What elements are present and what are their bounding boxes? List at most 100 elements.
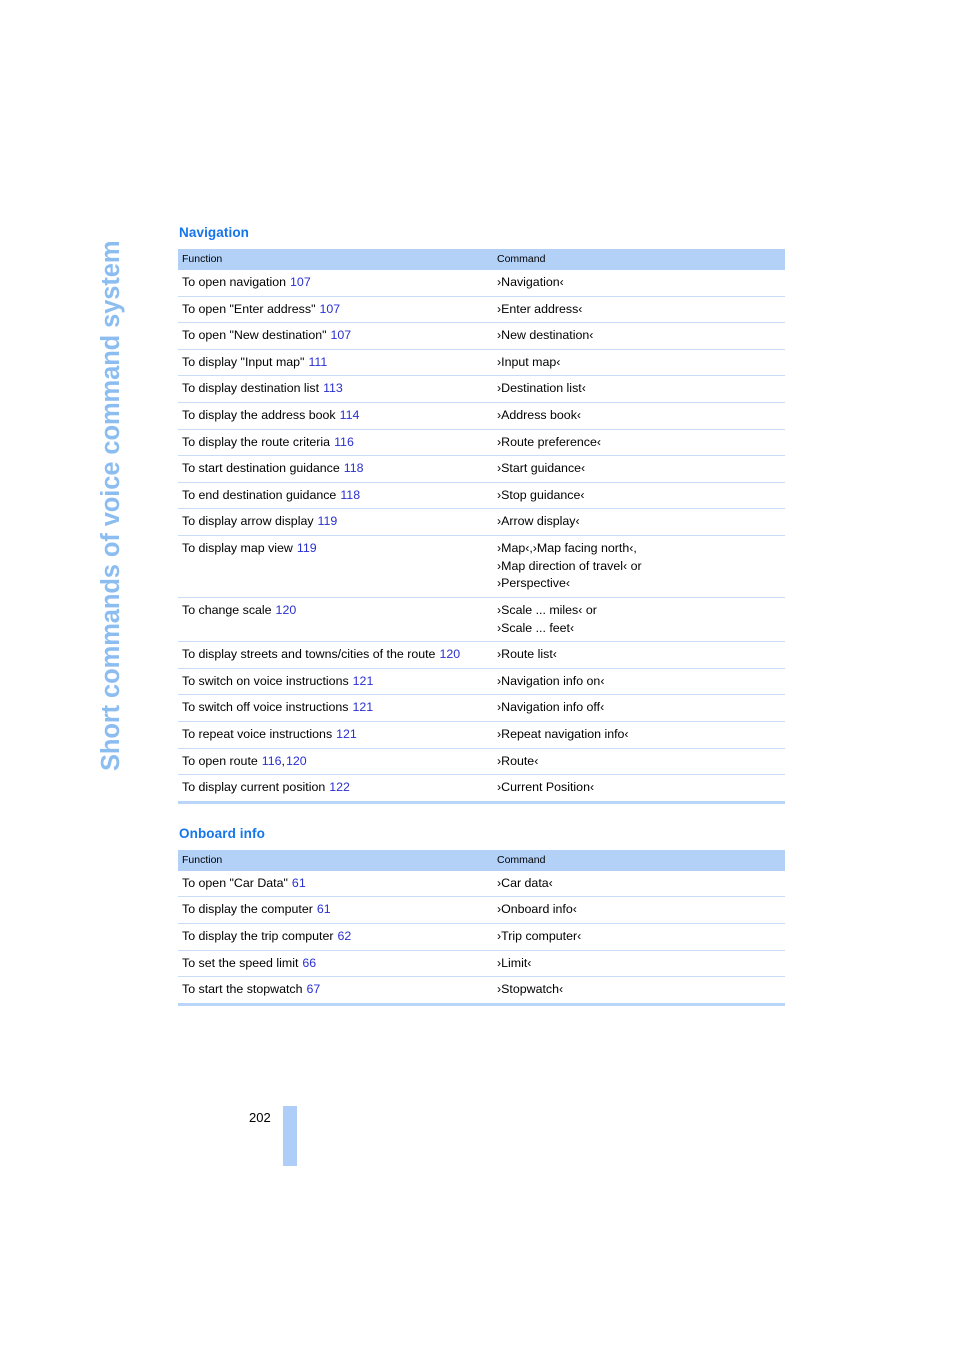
function-label: To change scale xyxy=(182,602,272,617)
page-reference[interactable]: 107 xyxy=(331,328,352,342)
command-cell: ›Input map‹ xyxy=(493,348,785,376)
page-reference-separator: , xyxy=(281,753,285,768)
table-row: To display the trip computer 62 ›Trip comp… xyxy=(178,923,785,951)
function-cell: To display destination list 113 xyxy=(178,375,493,403)
page-reference[interactable]: 120 xyxy=(276,603,297,617)
column-header: Function xyxy=(178,249,493,270)
function-cell: To display arrow display 119 xyxy=(178,508,493,536)
function-cell: To display streets and towns/cities of t… xyxy=(178,641,493,669)
page-reference[interactable]: 107 xyxy=(290,275,311,289)
function-cell: To display map view 119 xyxy=(178,535,493,598)
command-cell: ›Start guidance‹ xyxy=(493,455,785,483)
table-row: To display destination list 113 ›Destinati… xyxy=(178,375,785,403)
column-header: Function xyxy=(178,849,493,871)
function-cell: To start destination guidance 118 xyxy=(178,455,493,483)
function-label: To open "Car Data" xyxy=(182,875,288,890)
table-row: To open "Enter address" 107 ›Enter address… xyxy=(178,295,785,323)
voice-command-text: ›Current Position‹ xyxy=(497,780,595,795)
page-reference[interactable]: 111 xyxy=(308,355,327,369)
page-reference[interactable]: 107 xyxy=(319,302,340,316)
voice-command-text: ›New destination‹ xyxy=(497,328,594,343)
table-row: To display the address book 114 ›Address b… xyxy=(178,402,785,430)
command-cell: ›Arrow display‹ xyxy=(493,508,785,536)
voice-command-text: ›Scale ... miles‹ or ›Scale ... feet‹ xyxy=(497,602,597,635)
page-reference[interactable]: 121 xyxy=(352,700,373,714)
function-label: To display the trip computer xyxy=(182,929,334,944)
command-cell: ›Stopwatch‹ xyxy=(493,976,785,1005)
function-label: To open "Enter address" xyxy=(182,301,316,316)
function-label: To display the computer xyxy=(182,902,313,917)
page-content: Navigation Function Command To open navigat… xyxy=(178,225,785,1006)
table-row: To display arrow display 119 ›Arrow displa… xyxy=(178,508,785,536)
section-heading: Onboard info xyxy=(179,825,265,841)
page-reference[interactable]: 116 xyxy=(262,754,282,768)
function-cell: To repeat voice instructions 121 xyxy=(178,720,493,749)
section-heading: Navigation xyxy=(179,225,250,240)
table-row: To switch off voice instructions 121 ›Navi… xyxy=(178,694,785,722)
command-cell: ›Stop guidance‹ xyxy=(493,481,785,509)
page-reference[interactable]: 61 xyxy=(317,902,331,916)
page-reference[interactable]: 114 xyxy=(340,408,360,422)
function-cell: To open "New destination" 107 xyxy=(178,322,493,350)
chapter-title: Short commands of voice command system xyxy=(97,240,125,771)
command-cell: ›Current Position‹ xyxy=(493,774,785,803)
voice-command-text: ›Car data‹ xyxy=(497,875,553,890)
page-reference[interactable]: 118 xyxy=(340,488,360,502)
page-number: 202 xyxy=(249,1110,271,1125)
function-label: To start destination guidance xyxy=(182,461,340,476)
command-cell: ›Repeat navigation info‹ xyxy=(493,720,785,749)
function-cell: To open "Enter address" 107 xyxy=(178,295,493,323)
voice-command-text: ›Navigation info on‹ xyxy=(497,673,605,688)
page-reference[interactable]: 116 xyxy=(334,435,354,449)
voice-command-text: ›Trip computer‹ xyxy=(497,929,582,944)
function-label: To display "Input map" xyxy=(182,354,305,369)
page-reference[interactable]: 120 xyxy=(439,647,460,661)
command-cell: ›Route list‹ xyxy=(493,641,785,669)
voice-command-text: ›Stopwatch‹ xyxy=(497,982,564,997)
table-row: To display map view 119 ›Map‹,›Map facing … xyxy=(178,535,785,598)
voice-command-text: ›Address book‹ xyxy=(497,408,582,423)
table-row: To display the computer 61 ›Onboard info‹ xyxy=(178,896,785,924)
voice-command-text: ›Limit‹ xyxy=(497,955,532,970)
page-reference[interactable]: 118 xyxy=(344,461,364,475)
page-reference[interactable]: 66 xyxy=(302,956,316,970)
command-cell: ›Trip computer‹ xyxy=(493,923,785,951)
table-row: To open route 116,120 ›Route‹ xyxy=(178,747,785,775)
command-cell: ›Route preference‹ xyxy=(493,428,785,456)
function-label: To display streets and towns/cities of t… xyxy=(182,647,436,662)
page-reference[interactable]: 120 xyxy=(286,754,307,768)
page-reference[interactable]: 119 xyxy=(297,541,317,555)
column-header: Command xyxy=(493,249,785,270)
command-cell: ›Destination list‹ xyxy=(493,375,785,403)
function-cell: To switch on voice instructions 121 xyxy=(178,667,493,695)
voice-command-text: ›Arrow display‹ xyxy=(497,514,580,529)
table-row: To change scale 120 ›Scale ... miles‹ or ›… xyxy=(178,596,785,642)
chapter-title-margin: Short commands of voice command system xyxy=(0,0,180,1351)
table-row: To display the route criteria 116 ›Route p… xyxy=(178,428,785,456)
voice-command-text: ›Navigation‹ xyxy=(497,275,564,289)
function-cell: To end destination guidance 118 xyxy=(178,481,493,509)
voice-command-text: ›Route‹ xyxy=(497,753,539,768)
function-label: To open route xyxy=(182,753,258,768)
function-cell: To set the speed limit 66 xyxy=(178,949,493,977)
page-reference[interactable]: 62 xyxy=(338,929,352,943)
table-row: To open "New destination" 107 ›New destina… xyxy=(178,322,785,350)
page-reference[interactable]: 119 xyxy=(318,514,338,528)
function-cell: To display the computer 61 xyxy=(178,896,493,924)
page-reference[interactable]: 121 xyxy=(336,727,357,741)
command-cell: ›Navigation info off‹ xyxy=(493,694,785,722)
page-reference[interactable]: 61 xyxy=(292,876,306,890)
table-header-row: Function Command xyxy=(178,849,785,871)
page-reference[interactable]: 67 xyxy=(307,982,321,996)
page-reference[interactable]: 121 xyxy=(353,674,374,688)
function-label: To display current position xyxy=(182,780,326,795)
voice-command-text: ›Start guidance‹ xyxy=(497,461,586,476)
page-reference[interactable]: 122 xyxy=(329,780,350,794)
function-cell: To open route 116,120 xyxy=(178,747,493,775)
function-label: To repeat voice instructions xyxy=(182,726,333,741)
page-reference[interactable]: 113 xyxy=(323,381,343,395)
function-cell: To display the address book 114 xyxy=(178,402,493,430)
function-cell: To change scale 120 xyxy=(178,596,493,642)
function-label: To open navigation xyxy=(182,275,287,289)
command-cell: ›Car data‹ xyxy=(493,871,785,897)
